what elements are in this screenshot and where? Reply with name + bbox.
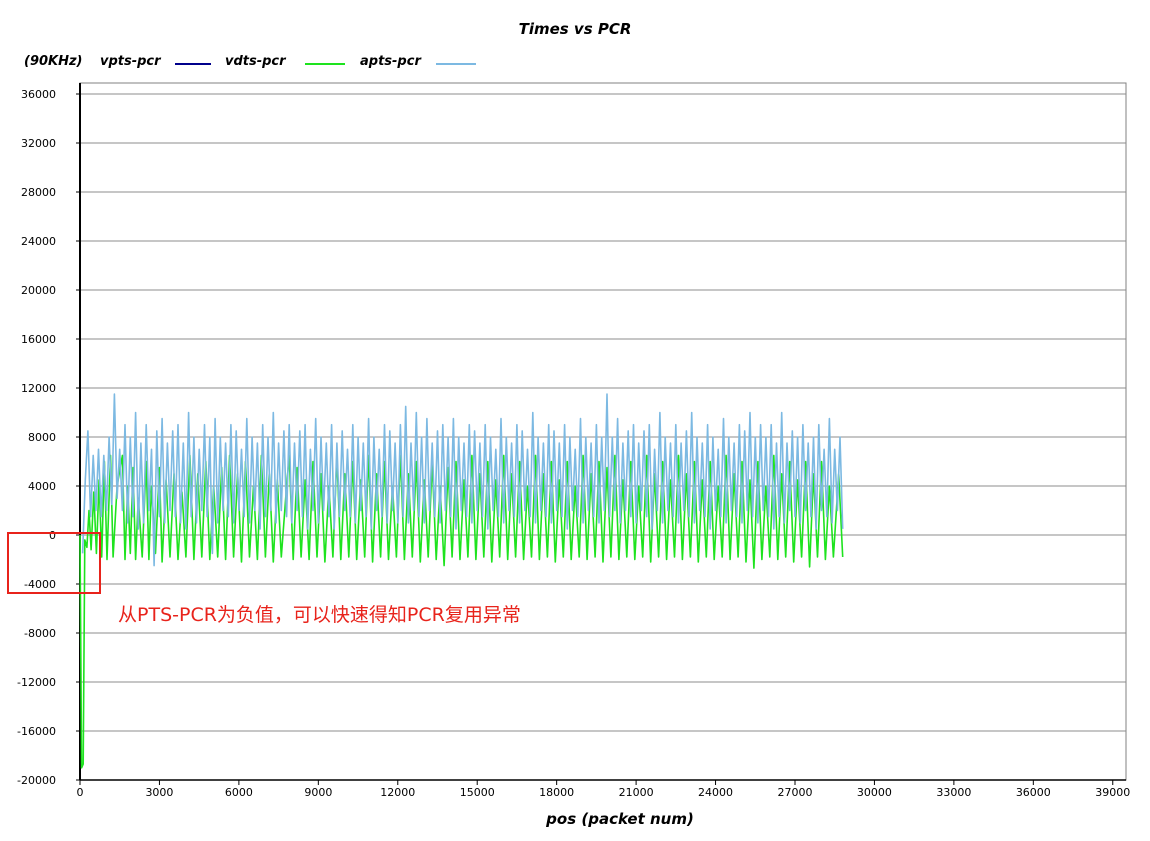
y-tick-label: -16000 bbox=[17, 725, 56, 738]
x-tick-label: 3000 bbox=[145, 786, 173, 799]
y-tick-label: 24000 bbox=[21, 235, 56, 248]
x-tick-label: 27000 bbox=[777, 786, 812, 799]
x-tick-label: 18000 bbox=[539, 786, 574, 799]
y-tick-label: 16000 bbox=[21, 333, 56, 346]
y-tick-label: -12000 bbox=[17, 676, 56, 689]
x-tick-label: 9000 bbox=[304, 786, 332, 799]
x-tick-label: 0 bbox=[77, 786, 84, 799]
x-tick-label: 15000 bbox=[460, 786, 495, 799]
y-tick-label: -8000 bbox=[24, 627, 56, 640]
y-tick-label: 4000 bbox=[28, 480, 56, 493]
x-tick-label: 33000 bbox=[936, 786, 971, 799]
x-axis-label: pos (packet num) bbox=[546, 810, 694, 828]
x-tick-label: 30000 bbox=[857, 786, 892, 799]
y-tick-label: 8000 bbox=[28, 431, 56, 444]
x-tick-label: 39000 bbox=[1095, 786, 1130, 799]
x-tick-label: 21000 bbox=[619, 786, 654, 799]
y-tick-label: 36000 bbox=[21, 88, 56, 101]
y-tick-label: 32000 bbox=[21, 137, 56, 150]
chart-canvas: Times vs PCR (90KHz) vpts-pcr vdts-pcr a… bbox=[0, 0, 1150, 841]
x-tick-label: 36000 bbox=[1016, 786, 1051, 799]
y-tick-label: 28000 bbox=[21, 186, 56, 199]
x-tick-label: 6000 bbox=[225, 786, 253, 799]
y-tick-label: 0 bbox=[49, 529, 56, 542]
x-tick-label: 24000 bbox=[698, 786, 733, 799]
y-tick-label: -20000 bbox=[17, 774, 56, 787]
y-tick-label: -4000 bbox=[24, 578, 56, 591]
y-tick-label: 12000 bbox=[21, 382, 56, 395]
x-tick-label: 12000 bbox=[380, 786, 415, 799]
y-tick-label: 20000 bbox=[21, 284, 56, 297]
plot-area: 36000 32000 28000 24000 20000 16000 12000 8000 4… bbox=[7, 82, 1130, 799]
annotation-text: 从PTS-PCR为负值，可以快速得知PCR复用异常 bbox=[118, 604, 521, 626]
